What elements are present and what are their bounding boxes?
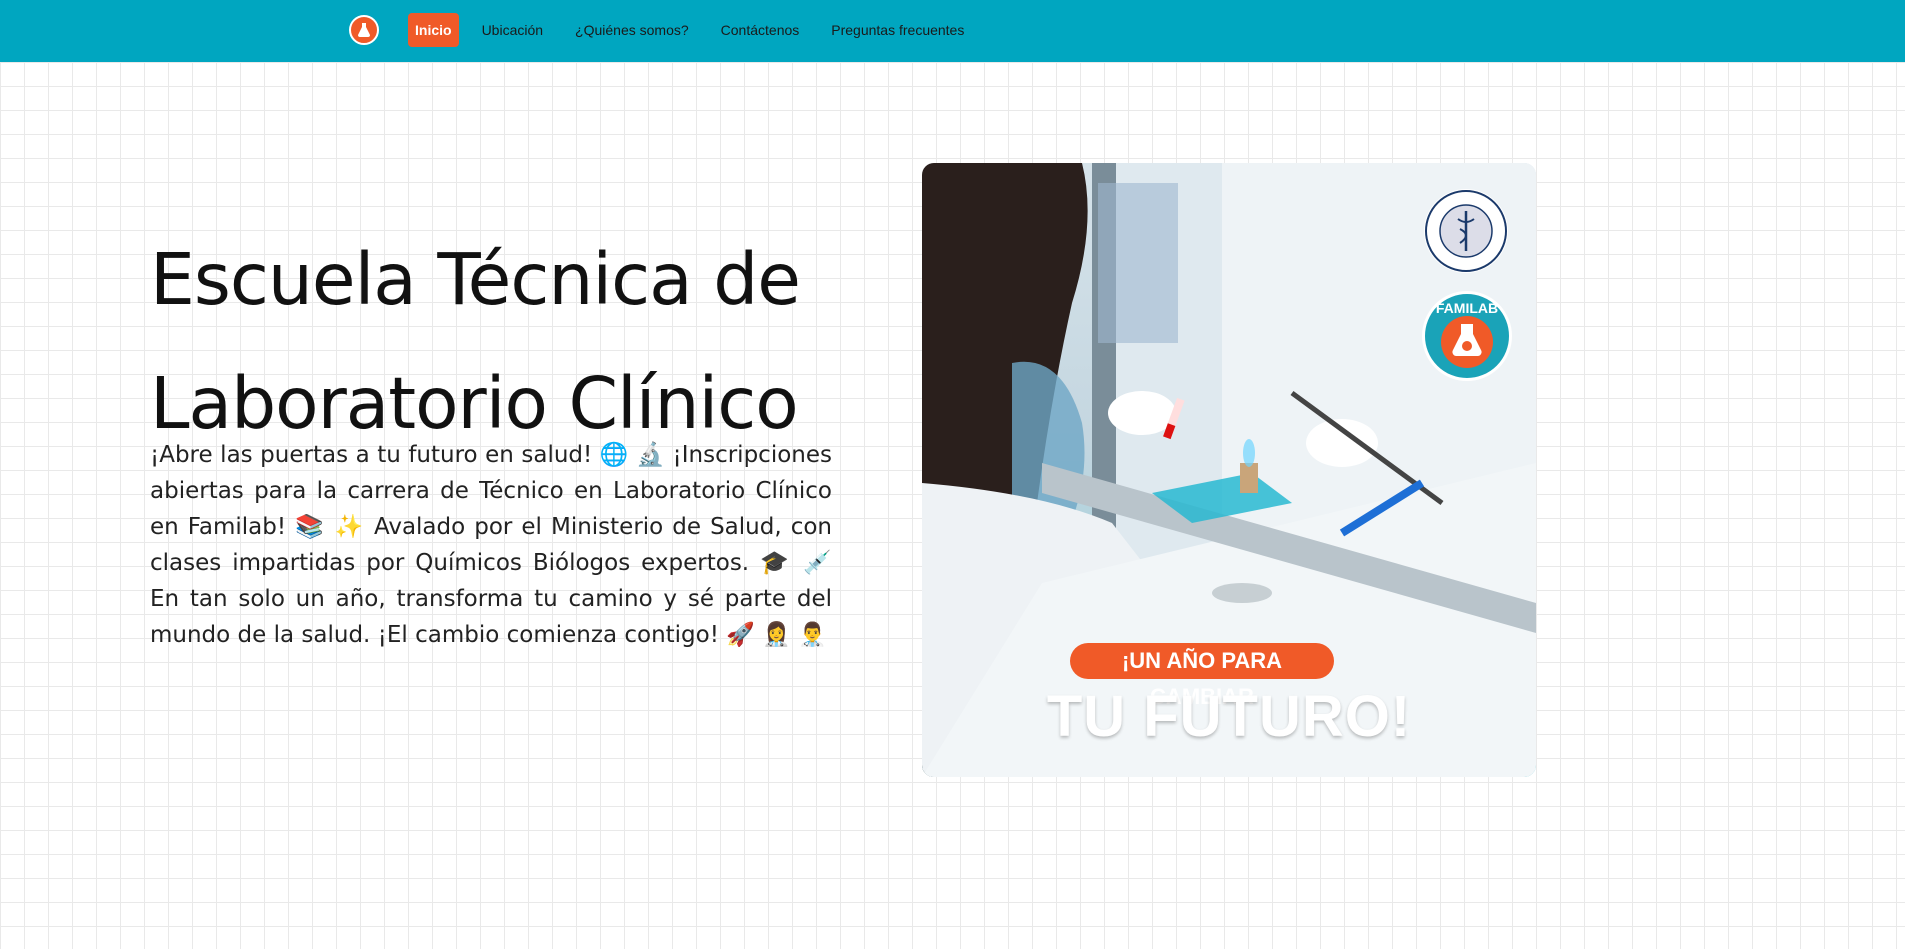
hero-title: Escuela Técnica de Laboratorio Clínico	[150, 238, 801, 445]
flask-icon	[358, 23, 370, 37]
microscope-icon	[1441, 316, 1493, 368]
main-nav: Inicio Ubicación ¿Quiénes somos? Contáct…	[408, 13, 989, 47]
nav-item-contactenos[interactable]: Contáctenos	[714, 13, 807, 47]
promo-banner-big: TU FUTURO!	[1046, 684, 1412, 749]
ministry-seal	[1424, 189, 1508, 273]
nav-item-preguntas-frecuentes[interactable]: Preguntas frecuentes	[824, 13, 971, 47]
nav-item-quienes-somos[interactable]: ¿Quiénes somos?	[568, 13, 696, 47]
promo-image: FAMILAB ¡UN AÑO PARA CAMBIAR TU FUTURO!	[922, 163, 1536, 777]
hero-description: ¡Abre las puertas a tu futuro en salud! …	[150, 442, 832, 648]
navbar: Inicio Ubicación ¿Quiénes somos? Contáct…	[0, 0, 1905, 62]
promo-banner-small: ¡UN AÑO PARA CAMBIAR	[1070, 643, 1334, 709]
familab-badge: FAMILAB	[1422, 291, 1512, 381]
familab-logo-icon[interactable]	[349, 15, 379, 45]
nav-item-ubicacion[interactable]: Ubicación	[475, 13, 550, 47]
caduceus-seal-icon	[1425, 190, 1507, 272]
nav-item-inicio[interactable]: Inicio	[408, 13, 459, 47]
